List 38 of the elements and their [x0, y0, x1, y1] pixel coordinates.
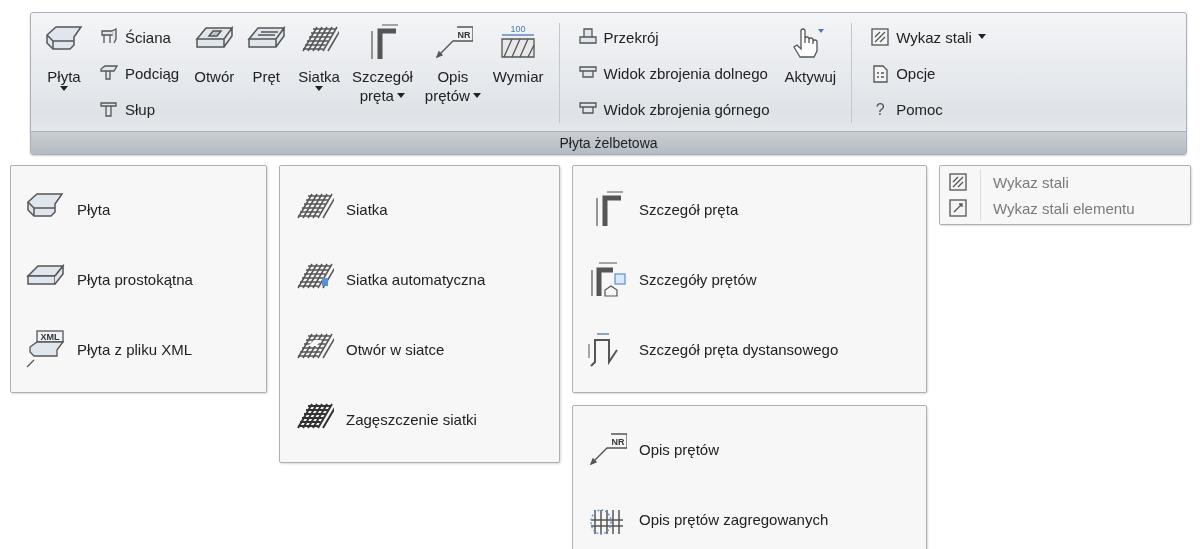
menu-item[interactable]: Otwór w siatce	[280, 314, 559, 384]
ribbon-button[interactable]: Opcje	[868, 63, 988, 85]
menu-item[interactable]: Płyta prostokątna	[11, 244, 266, 314]
ribbon-button[interactable]: Podciąg	[97, 62, 182, 84]
ribbon-button[interactable]: Przekrój	[575, 26, 772, 48]
column-icon	[99, 99, 119, 119]
ribbon-button[interactable]: ? Pomoc	[868, 99, 988, 120]
list-icon	[948, 198, 968, 218]
ribbon-button[interactable]: Otwór	[191, 19, 238, 127]
help-icon: ?	[870, 100, 891, 119]
list-icon	[870, 27, 891, 48]
ribbon-button[interactable]: 100 Wymiar	[489, 19, 547, 127]
ribbon-button[interactable]: Pręt	[243, 19, 290, 127]
menu-item[interactable]: NR Opis prętów	[573, 414, 926, 484]
ribbon-button[interactable]: NR Opis prętów	[421, 19, 484, 127]
ribbon-button[interactable]: Widok zbrojenia górnego	[575, 98, 772, 120]
menu-item[interactable]: Siatka	[280, 174, 559, 244]
menu-item[interactable]: Siatka automatyczna	[280, 244, 559, 314]
ribbon-button[interactable]: Płyta	[41, 19, 87, 127]
ribbon-button[interactable]: Ściana	[97, 26, 182, 48]
ribbon-button[interactable]: Siatka	[295, 19, 343, 127]
group-title: Płyta żelbetowa	[31, 131, 1186, 154]
section-icon	[577, 27, 598, 47]
menu-item[interactable]: Szczegóły prętów	[573, 244, 926, 314]
ribbon-button[interactable]: Szczegół pręta	[348, 19, 416, 127]
menu-item[interactable]: Szczegół pręta dystansowego	[573, 314, 926, 384]
menu-item[interactable]: XML Płyta z pliku XML	[11, 314, 266, 384]
beam-icon	[99, 63, 119, 83]
options-icon	[870, 64, 891, 84]
ribbon-button[interactable]: Aktywuj	[781, 19, 840, 127]
list-icon	[948, 172, 968, 192]
ribbon-button[interactable]: Widok zbrojenia dolnego	[575, 62, 772, 84]
menu-item[interactable]: Szczegół pręta	[573, 174, 926, 244]
ribbon-button[interactable]: Słup	[97, 98, 182, 120]
menu-item[interactable]: Zagęszczenie siatki	[280, 384, 559, 454]
menu-item[interactable]: Opis prętów zagregowanych	[573, 484, 926, 549]
menu-item[interactable]: Płyta	[11, 174, 266, 244]
ribbon-button[interactable]: Wykaz stali	[868, 26, 988, 49]
